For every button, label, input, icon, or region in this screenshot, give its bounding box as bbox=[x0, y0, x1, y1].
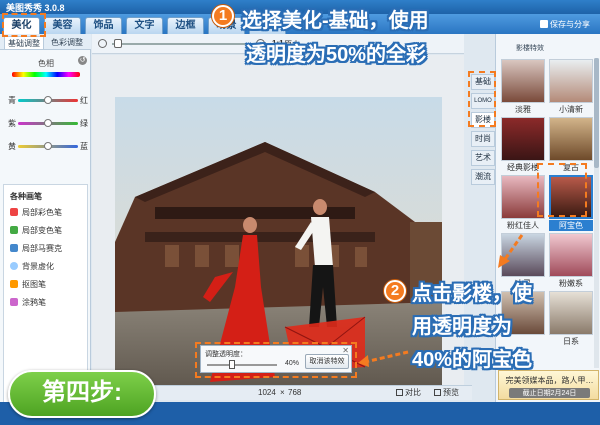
arrow-to-popup bbox=[364, 350, 409, 364]
arrow-head-popup bbox=[358, 355, 369, 367]
arrow-to-abao bbox=[501, 234, 524, 263]
step-four-badge: 第四步: bbox=[8, 370, 156, 418]
arrow-overlays bbox=[358, 234, 524, 367]
